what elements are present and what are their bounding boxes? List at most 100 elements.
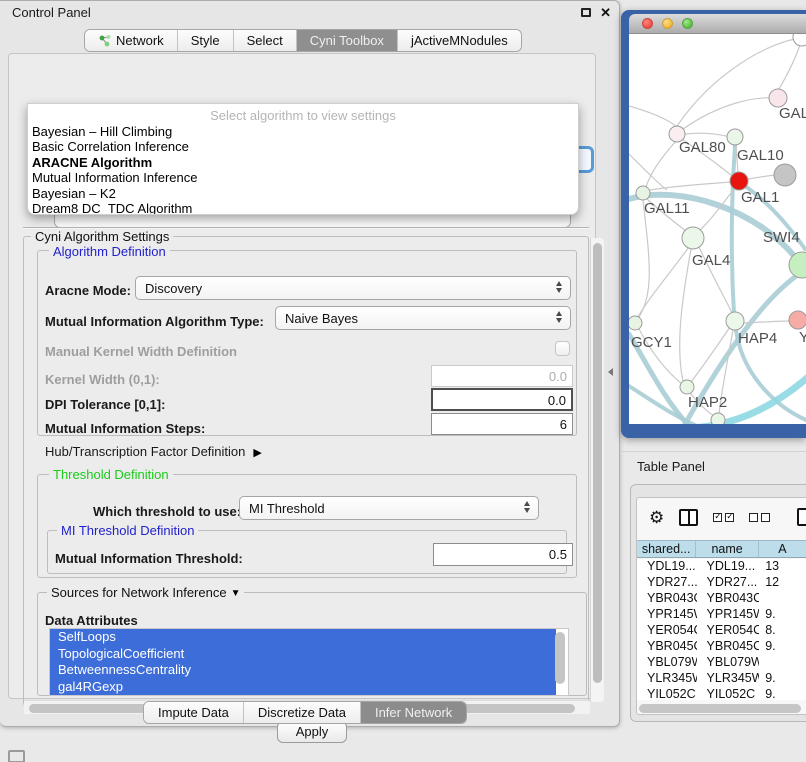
column-header-a[interactable]: A <box>759 541 806 557</box>
table-toolbar: ⚙ <box>637 498 806 536</box>
table-row[interactable]: YDL19...YDL19...13 <box>637 559 806 575</box>
deselect-all-icon[interactable] <box>749 513 770 522</box>
table-row[interactable]: YPR145WYPR145W9. <box>637 607 806 623</box>
attribute-item-betweennesscentrality[interactable]: BetweennessCentrality <box>50 662 556 679</box>
table-cell: YBL079W <box>697 655 760 671</box>
table-options-gear-icon[interactable]: ⚙ <box>649 509 664 526</box>
network-edge[interactable] <box>629 106 677 127</box>
new-table-icon[interactable] <box>797 508 806 526</box>
splitter-collapse-icon[interactable] <box>608 368 613 376</box>
tab-select[interactable]: Select <box>233 30 296 51</box>
attribute-item-selfloops[interactable]: SelfLoops <box>50 629 556 646</box>
cyni-settings-group-title: Cyni Algorithm Settings <box>31 229 173 244</box>
table-cell: 12 <box>759 575 806 591</box>
float-window-icon[interactable] <box>581 8 591 17</box>
mi-threshold-field[interactable]: 0.5 <box>433 543 573 566</box>
network-node-hap2[interactable] <box>680 380 694 394</box>
algorithm-option-aracne-algorithm[interactable]: ARACNE Algorithm <box>28 155 578 170</box>
select-all-icon[interactable] <box>713 513 734 522</box>
column-header-name[interactable]: name <box>696 541 759 557</box>
dock-panel-icon[interactable] <box>8 750 25 762</box>
which-threshold-label: Which threshold to use: <box>93 504 241 519</box>
data-attributes-list[interactable]: SelfLoopsTopologicalCoefficientBetweenne… <box>49 628 569 696</box>
column-visibility-icon[interactable] <box>679 509 698 526</box>
network-edge[interactable] <box>748 175 775 179</box>
mi-steps-label: Mutual Information Steps: <box>45 421 205 436</box>
algorithm-option-bayesian-k2[interactable]: Bayesian – K2 <box>28 186 578 201</box>
table-row[interactable]: YBR045CYBR045C9. <box>637 639 806 655</box>
network-node-hap4[interactable] <box>726 312 744 330</box>
minimize-window-icon[interactable] <box>662 18 673 29</box>
bottom-tab-infer-network[interactable]: Infer Network <box>360 702 466 723</box>
close-window-icon[interactable] <box>642 18 653 29</box>
sources-group-title[interactable]: Sources for Network Inference▼ <box>47 585 244 600</box>
dpi-tolerance-field[interactable]: 0.0 <box>431 388 573 411</box>
table-row[interactable]: YBL079WYBL079W <box>637 655 806 671</box>
network-node-gal10[interactable] <box>727 129 743 145</box>
algorithm-option-bayesian-hill-climbing[interactable]: Bayesian – Hill Climbing <box>28 124 578 139</box>
network-node-gal4[interactable] <box>682 227 704 249</box>
apply-button[interactable]: Apply <box>277 721 347 743</box>
network-canvas[interactable]: GALGAL80GAL10GAL1GAL11GAL4SWI4GCY1HAP4YH… <box>629 34 806 424</box>
table-row[interactable]: YDR27...YDR27...12 <box>637 575 806 591</box>
close-panel-icon[interactable]: ✕ <box>600 5 611 21</box>
network-edge[interactable] <box>691 327 730 382</box>
network-edge[interactable] <box>680 249 691 381</box>
tab-style[interactable]: Style <box>177 30 233 51</box>
tab-network[interactable]: Network <box>85 30 177 51</box>
kernel-width-label: Kernel Width (0,1): <box>45 372 160 387</box>
algorithm-option-basic-correlation-inference[interactable]: Basic Correlation Inference <box>28 139 578 154</box>
network-edge[interactable] <box>683 98 777 129</box>
table-row[interactable]: YBR043CYBR043C <box>637 591 806 607</box>
network-edge[interactable] <box>646 141 676 187</box>
manual-kernel-width-checkbox[interactable] <box>555 341 570 356</box>
attribute-item-gal4rgexp[interactable]: gal4RGexp <box>50 679 556 696</box>
network-node-gal1[interactable] <box>730 172 748 190</box>
table-row[interactable]: YLR345WYLR345W9. <box>637 671 806 687</box>
settings-scrollbar-thumb[interactable] <box>593 243 602 683</box>
network-edge-thick[interactable] <box>732 146 735 314</box>
table-row[interactable]: YER054CYER054C8. <box>637 623 806 639</box>
network-node[interactable] <box>793 34 806 46</box>
network-node[interactable] <box>774 164 796 186</box>
table-cell: YDL19... <box>637 559 697 575</box>
network-node-gal11[interactable] <box>636 186 650 200</box>
column-header-shared[interactable]: shared... <box>637 541 696 557</box>
bottom-tab-impute-data[interactable]: Impute Data <box>144 702 243 723</box>
algorithm-option-mutual-information-inference[interactable]: Mutual Information Inference <box>28 170 578 185</box>
sources-title-text: Sources for Network Inference <box>51 585 227 600</box>
spinner-arrows-icon <box>556 281 562 293</box>
aracne-mode-select[interactable]: Discovery <box>135 276 571 300</box>
network-node[interactable] <box>711 413 725 424</box>
table-cell: YLR345W <box>697 671 760 687</box>
tab-jactivemnodules[interactable]: jActiveMNodules <box>397 30 521 51</box>
kernel-width-field[interactable]: 0.0 <box>431 365 573 387</box>
attribute-item-topologicalcoefficient[interactable]: TopologicalCoefficient <box>50 646 556 663</box>
mi-algorithm-type-select[interactable]: Naive Bayes <box>275 306 571 330</box>
network-edge[interactable] <box>639 200 649 317</box>
network-node-gcy1[interactable] <box>629 316 642 330</box>
hub-definition-toggle[interactable]: Hub/Transcription Factor Definition▶ <box>45 444 262 459</box>
mi-steps-field[interactable]: 6 <box>431 413 573 435</box>
bottom-tab-discretize-data[interactable]: Discretize Data <box>243 702 360 723</box>
table-row[interactable]: YIL052CYIL052C9. <box>637 687 806 700</box>
network-node-y[interactable] <box>789 311 806 329</box>
network-edge[interactable] <box>779 42 801 89</box>
table-horizontal-scrollbar[interactable] <box>639 704 801 713</box>
table-header-row: shared...nameA <box>637 540 806 558</box>
tab-cyni-toolbox[interactable]: Cyni Toolbox <box>296 30 397 51</box>
algorithm-option-dream8-dc-tdc-algorithm[interactable]: Dream8 DC_TDC Algorithm <box>28 201 578 215</box>
settings-vertical-scrollbar[interactable] <box>590 238 604 702</box>
aracne-mode-value: Discovery <box>145 281 202 296</box>
network-window-titlebar[interactable] <box>629 14 806 34</box>
attributes-list-scrollbar[interactable] <box>555 632 565 684</box>
dropdown-placeholder: Select algorithm to view settings <box>28 104 578 124</box>
zoom-window-icon[interactable] <box>682 18 693 29</box>
network-edge[interactable] <box>685 133 730 137</box>
control-panel-body: Select algorithm to view settings Bayesi… <box>8 53 596 699</box>
table-cell: YPR145W <box>697 607 760 623</box>
which-threshold-select[interactable]: MI Threshold <box>239 496 539 520</box>
mi-threshold-group-title: MI Threshold Definition <box>57 523 198 538</box>
table-cell: YBR043C <box>697 591 760 607</box>
network-edge[interactable] <box>638 247 689 317</box>
